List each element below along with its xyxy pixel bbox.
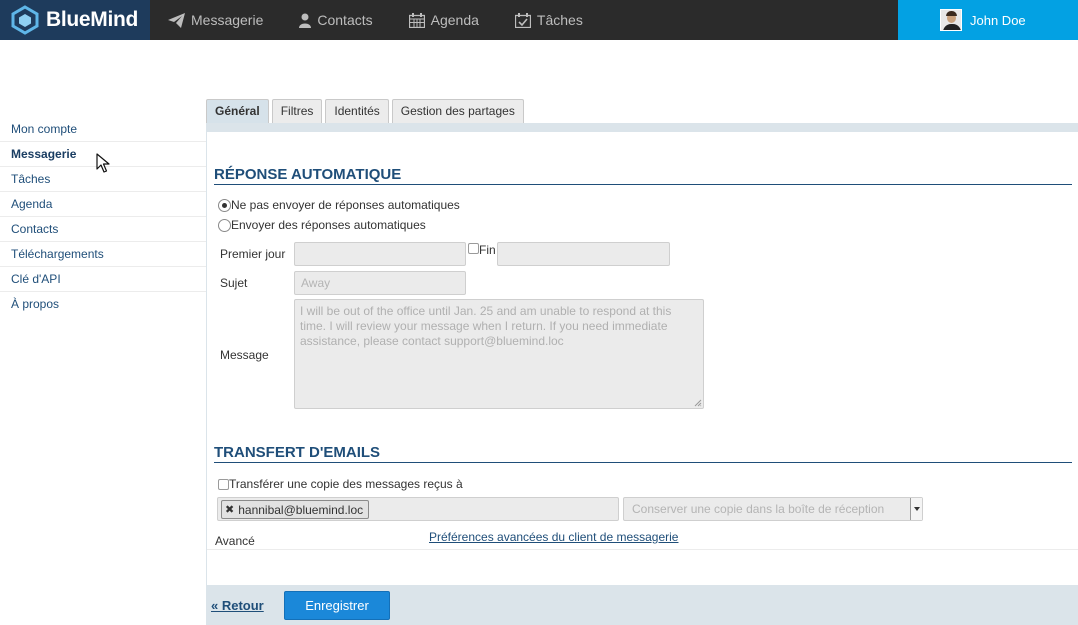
nav-agenda[interactable]: Agenda <box>408 12 479 28</box>
sidebar-item-agenda[interactable]: Agenda <box>0 192 206 217</box>
recipient-tag: ✖ hannibal@bluemind.loc <box>221 500 370 519</box>
resize-handle-icon[interactable] <box>694 399 702 407</box>
nav-label: Contacts <box>317 12 373 28</box>
form-footer: « Retour Enregistrer <box>206 585 1078 625</box>
nav-label: Agenda <box>430 12 479 28</box>
message-label: Message <box>220 348 269 362</box>
forward-recipients-field[interactable]: ✖ hannibal@bluemind.loc <box>217 497 619 521</box>
tab-general[interactable]: Général <box>206 99 269 123</box>
avatar <box>940 9 962 31</box>
auto-reply-on-label: Envoyer des réponses automatiques <box>231 218 426 232</box>
message-text: I will be out of the office until Jan. 2… <box>300 304 672 348</box>
brand-logo[interactable]: BlueMind <box>0 0 150 40</box>
settings-sidebar: Mon compte Messagerie Tâches Agenda Cont… <box>0 117 206 317</box>
user-menu[interactable]: John Doe <box>898 0 1078 40</box>
advanced-preferences-link[interactable]: Préférences avancées du client de messag… <box>429 530 678 544</box>
auto-reply-off-radio[interactable] <box>218 198 231 212</box>
sidebar-item-a-propos[interactable]: À propos <box>0 292 206 317</box>
subject-field[interactable]: Away <box>294 271 466 295</box>
forwarding-title: TRANSFERT D'EMAILS <box>214 444 1072 463</box>
forward-label: Transférer une copie des messages reçus … <box>229 477 463 491</box>
end-label: Fin <box>479 243 496 257</box>
sidebar-item-telechargements[interactable]: Téléchargements <box>0 242 206 267</box>
auto-reply-title: RÉPONSE AUTOMATIQUE <box>214 166 1072 185</box>
tab-strip <box>206 123 1078 132</box>
main-nav: Messagerie Contacts Agenda Tâches <box>168 0 619 40</box>
save-button[interactable]: Enregistrer <box>284 591 390 620</box>
advanced-label: Avancé <box>215 534 255 548</box>
mouse-cursor-icon <box>96 153 110 173</box>
subject-label: Sujet <box>220 276 248 290</box>
nav-contacts[interactable]: Contacts <box>299 12 373 28</box>
nav-messagerie[interactable]: Messagerie <box>168 12 263 28</box>
recipient-email: hannibal@bluemind.loc <box>238 502 364 517</box>
end-date-checkbox[interactable] <box>468 243 479 254</box>
tab-filtres[interactable]: Filtres <box>271 99 323 123</box>
back-link[interactable]: « Retour <box>211 598 264 613</box>
bluemind-logo-icon <box>11 5 39 35</box>
user-name: John Doe <box>970 12 1026 28</box>
message-textarea[interactable]: I will be out of the office until Jan. 2… <box>294 299 704 409</box>
sidebar-item-cle-api[interactable]: Clé d'API <box>0 267 206 292</box>
general-panel: RÉPONSE AUTOMATIQUE Ne pas envoyer de ré… <box>206 132 1078 585</box>
paper-plane-icon <box>168 12 185 28</box>
nav-label: Tâches <box>536 12 583 28</box>
forward-checkbox[interactable] <box>218 478 229 490</box>
first-day-label: Premier jour <box>220 247 286 261</box>
sidebar-item-contacts[interactable]: Contacts <box>0 217 206 242</box>
divider <box>207 549 1078 550</box>
nav-taches[interactable]: Tâches <box>514 12 583 28</box>
sidebar-item-mon-compte[interactable]: Mon compte <box>0 117 206 142</box>
task-check-icon <box>514 12 531 28</box>
nav-label: Messagerie <box>191 12 264 28</box>
auto-reply-off-option[interactable]: Ne pas envoyer de réponses automatiques <box>218 198 460 212</box>
tab-gestion-partages[interactable]: Gestion des partages <box>391 99 524 123</box>
auto-reply-on-radio[interactable] <box>218 218 231 232</box>
auto-reply-on-option[interactable]: Envoyer des réponses automatiques <box>218 218 426 232</box>
chevron-down-icon[interactable] <box>910 498 922 520</box>
keep-copy-value: Conserver une copie dans la boîte de réc… <box>632 502 885 516</box>
tab-bar: Général Filtres Identités Gestion des pa… <box>206 99 527 123</box>
top-bar: BlueMind Messagerie Contacts Agenda Tâch… <box>0 0 1078 40</box>
brand-name: BlueMind <box>46 8 139 31</box>
end-date-field[interactable] <box>497 242 670 266</box>
keep-copy-select[interactable]: Conserver une copie dans la boîte de réc… <box>623 497 923 521</box>
calendar-icon <box>408 12 425 28</box>
tab-identites[interactable]: Identités <box>325 99 389 123</box>
first-day-field[interactable] <box>294 242 466 266</box>
person-icon <box>299 13 312 28</box>
auto-reply-off-label: Ne pas envoyer de réponses automatiques <box>231 198 460 212</box>
remove-recipient-icon[interactable]: ✖ <box>225 503 234 516</box>
forward-option[interactable]: Transférer une copie des messages reçus … <box>218 477 463 491</box>
settings-main: Général Filtres Identités Gestion des pa… <box>206 99 1078 625</box>
